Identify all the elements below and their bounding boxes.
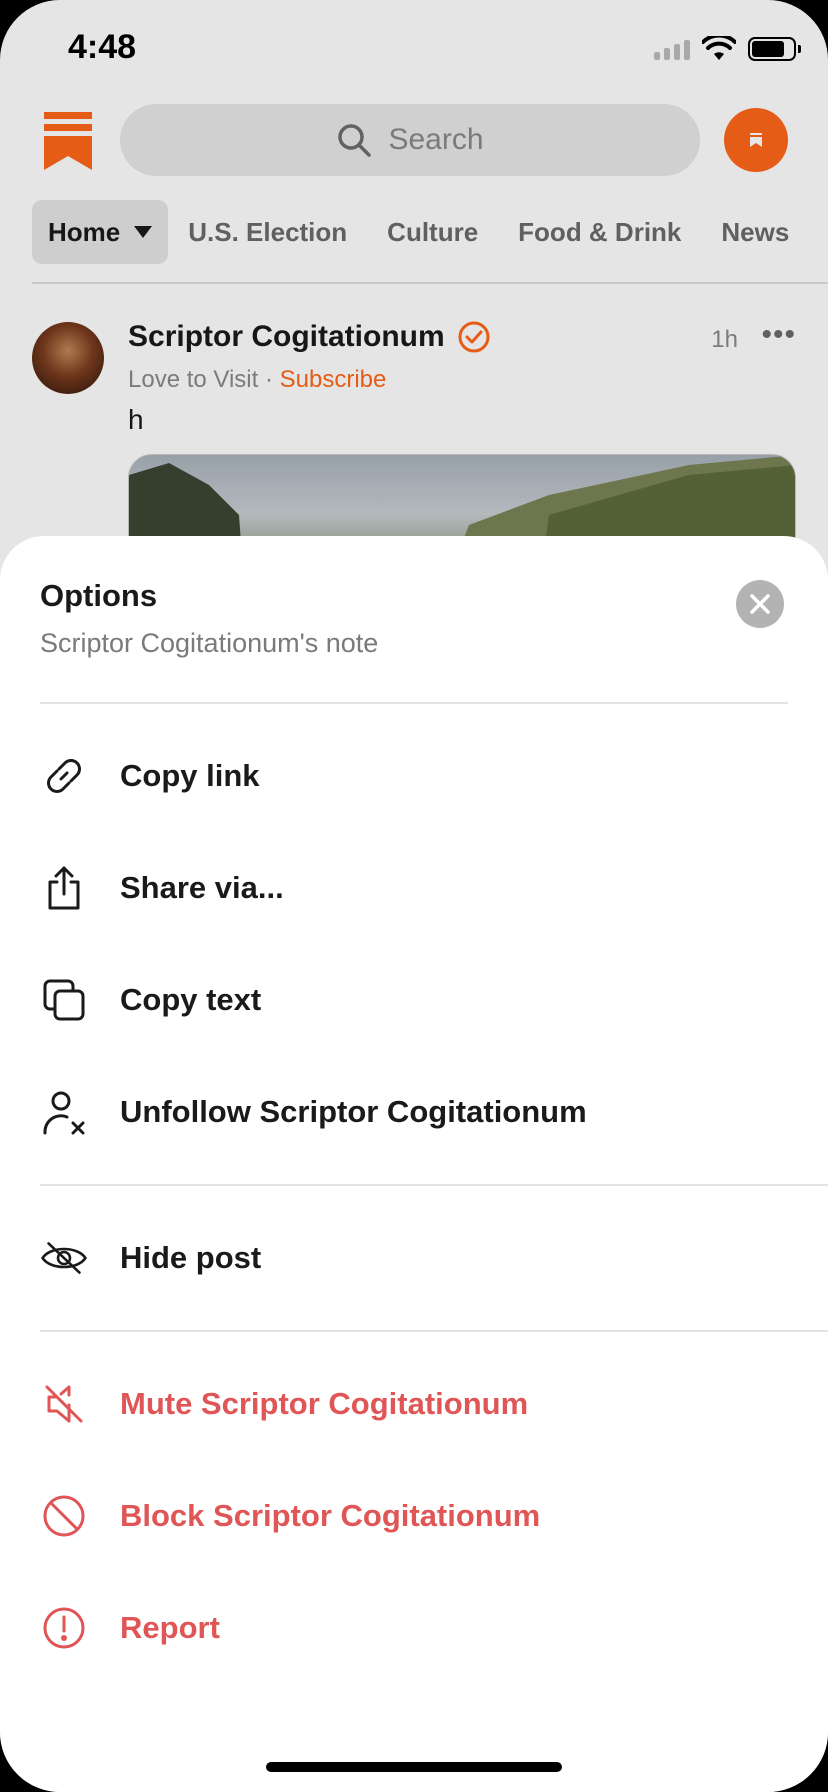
option-label: Hide post (120, 1240, 262, 1275)
option-label: Block Scriptor Cogitationum (120, 1498, 541, 1533)
option-label: Copy text (120, 982, 262, 1017)
option-report[interactable]: Report (40, 1584, 788, 1672)
report-icon (40, 1604, 88, 1652)
close-icon (750, 594, 770, 614)
phone-screen: 4:48 Search Home U.S. Election Culture F… (0, 0, 828, 1792)
sheet-subtitle: Scriptor Cogitationum's note (40, 628, 379, 658)
option-label: Mute Scriptor Cogitationum (120, 1386, 529, 1421)
option-mute[interactable]: Mute Scriptor Cogitationum (40, 1360, 788, 1448)
close-button[interactable] (736, 580, 784, 628)
home-indicator[interactable] (266, 1762, 562, 1772)
divider (40, 1184, 828, 1186)
divider (40, 1330, 828, 1332)
option-label: Copy link (120, 758, 260, 793)
option-label: Unfollow Scriptor Cogitationum (120, 1094, 587, 1129)
copy-icon (40, 976, 88, 1024)
option-copy-text[interactable]: Copy text (40, 956, 788, 1044)
mute-icon (40, 1380, 88, 1428)
share-icon (40, 864, 88, 912)
option-label: Share via... (120, 870, 284, 905)
option-hide-post[interactable]: Hide post (40, 1214, 788, 1302)
option-share-via[interactable]: Share via... (40, 844, 788, 932)
sheet-title: Options (40, 578, 158, 613)
option-unfollow[interactable]: Unfollow Scriptor Cogitationum (40, 1068, 788, 1156)
divider (40, 702, 788, 704)
option-label: Report (120, 1610, 220, 1645)
unfollow-icon (40, 1088, 88, 1136)
option-copy-link[interactable]: Copy link (40, 732, 788, 820)
eye-off-icon (40, 1234, 88, 1282)
options-sheet: Options Scriptor Cogitationum's note Cop… (0, 536, 828, 1792)
link-icon (40, 752, 88, 800)
option-block[interactable]: Block Scriptor Cogitationum (40, 1472, 788, 1560)
block-icon (40, 1492, 88, 1540)
